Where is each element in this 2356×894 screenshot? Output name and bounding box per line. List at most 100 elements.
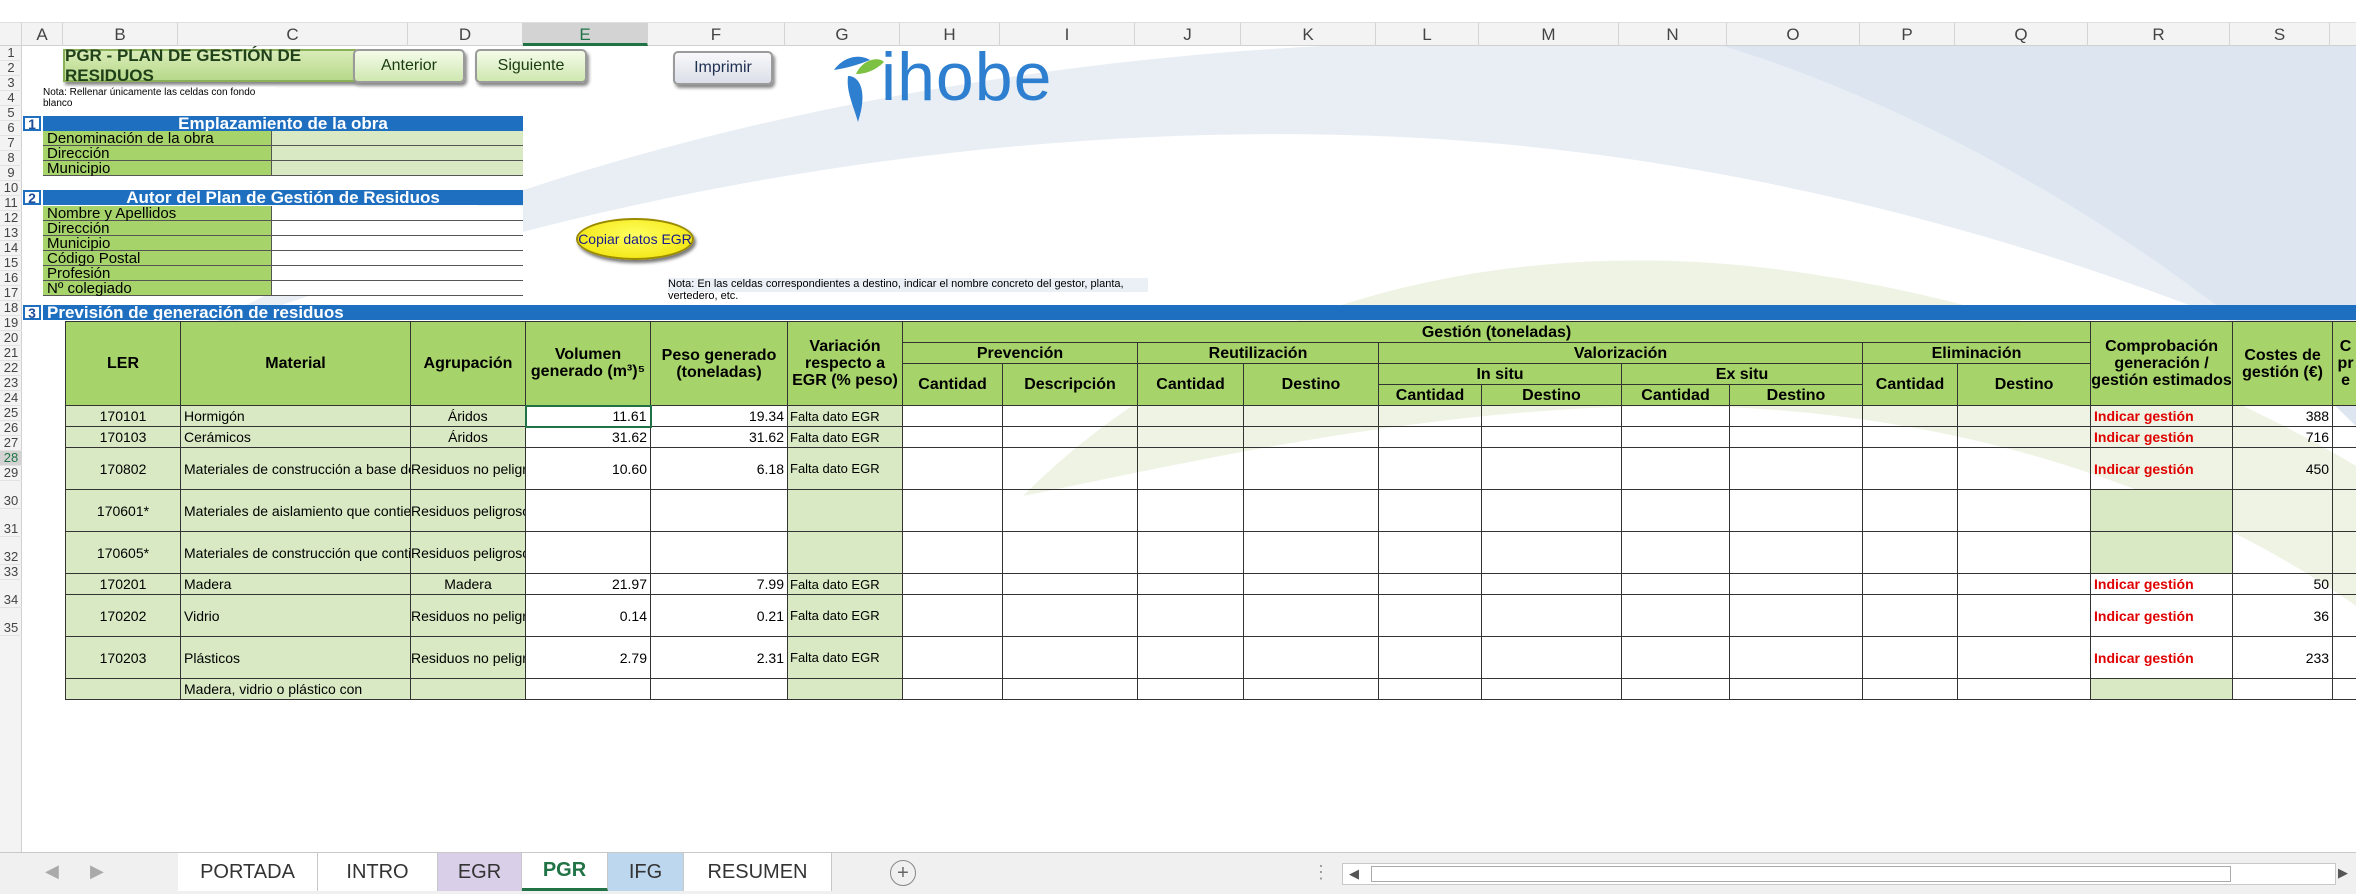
cell[interactable]	[1862, 426, 1958, 448]
cell-volumen[interactable]: 0.14	[525, 594, 651, 637]
row-header[interactable]: 22	[0, 360, 22, 376]
column-header-d[interactable]: D	[408, 23, 523, 46]
cell[interactable]	[1137, 594, 1244, 637]
cell-variacion[interactable]: Falta dato EGR	[787, 447, 903, 490]
cell-ler[interactable]: 170103	[65, 426, 181, 448]
cell-volumen[interactable]: 2.79	[525, 636, 651, 679]
cell[interactable]	[1137, 531, 1244, 574]
cell[interactable]	[1137, 447, 1244, 490]
cell-ler[interactable]	[65, 678, 181, 700]
row-header[interactable]: 7	[0, 135, 22, 151]
cell[interactable]	[1729, 573, 1863, 595]
cell-comprobacion[interactable]	[2090, 531, 2234, 574]
cell[interactable]	[1956, 636, 2092, 679]
cell[interactable]	[1243, 573, 1379, 595]
cell-volumen[interactable]: 21.97	[525, 573, 651, 595]
cell[interactable]	[2332, 489, 2356, 532]
cell[interactable]	[2332, 405, 2356, 427]
cell[interactable]	[1002, 636, 1138, 679]
cell[interactable]	[1481, 447, 1622, 490]
cell-ler[interactable]: 170601*	[65, 489, 181, 532]
splitter-icon[interactable]: ⋮	[1312, 862, 1330, 883]
cell[interactable]	[1243, 489, 1379, 532]
cell-ler[interactable]: 170201	[65, 573, 181, 595]
cell[interactable]	[1378, 426, 1482, 448]
row-header[interactable]: 14	[0, 240, 22, 256]
cell[interactable]	[1729, 678, 1863, 700]
cell-costes[interactable]: 388	[2232, 405, 2334, 427]
cell[interactable]	[2332, 447, 2356, 490]
cell[interactable]	[1621, 594, 1730, 637]
cell-ler[interactable]: 170202	[65, 594, 181, 637]
input-codigo-postal[interactable]	[271, 251, 523, 266]
row-header[interactable]: 1	[0, 45, 22, 61]
input-denominacion[interactable]	[271, 131, 523, 146]
cell[interactable]	[2332, 636, 2356, 679]
cell-ler[interactable]: 170101	[65, 405, 181, 427]
cell-material[interactable]: Vidrio	[180, 594, 411, 637]
column-header-r[interactable]: R	[2088, 23, 2230, 46]
cell[interactable]	[1621, 636, 1730, 679]
cell[interactable]	[1481, 573, 1622, 595]
row-header[interactable]: 27	[0, 435, 22, 451]
cell-volumen[interactable]	[525, 489, 651, 532]
cell-comprobacion[interactable]: Indicar gestión	[2090, 405, 2234, 427]
row-header[interactable]: 5	[0, 105, 22, 121]
cell[interactable]	[1862, 636, 1958, 679]
row-header[interactable]: 2	[0, 60, 22, 76]
input-colegiado[interactable]	[271, 281, 523, 296]
cell[interactable]	[1621, 489, 1730, 532]
cell-costes[interactable]: 450	[2232, 447, 2334, 490]
cell-agrupacion[interactable]: Residuos no peligrosos	[410, 594, 526, 637]
cell-volumen-selected[interactable]: 11.61	[524, 404, 652, 428]
cell[interactable]	[1729, 531, 1863, 574]
input-municipio-autor[interactable]	[271, 236, 523, 251]
cell[interactable]	[1378, 531, 1482, 574]
column-header-a[interactable]: A	[22, 23, 63, 46]
cell[interactable]	[1378, 636, 1482, 679]
input-municipio-obra[interactable]	[271, 161, 523, 176]
cell[interactable]	[1002, 405, 1138, 427]
row-header[interactable]: 34	[0, 580, 22, 608]
next-button[interactable]: Siguiente	[475, 49, 587, 83]
cell-peso[interactable]	[650, 531, 788, 574]
scroll-right-icon[interactable]: ▶	[2338, 865, 2348, 881]
cell-costes[interactable]: 716	[2232, 426, 2334, 448]
cell-variacion[interactable]: Falta dato EGR	[787, 594, 903, 637]
cell[interactable]	[1243, 447, 1379, 490]
cell-material[interactable]: Cerámicos	[180, 426, 411, 448]
tab-pgr[interactable]: PGR	[522, 853, 608, 891]
cell-comprobacion[interactable]: Indicar gestión	[2090, 636, 2234, 679]
tab-egr[interactable]: EGR	[438, 853, 522, 891]
cell[interactable]	[902, 447, 1003, 490]
row-header[interactable]: 19	[0, 315, 22, 331]
cell[interactable]	[1378, 447, 1482, 490]
cell[interactable]	[1002, 531, 1138, 574]
cell[interactable]	[1243, 405, 1379, 427]
cell-ler[interactable]: 170605*	[65, 531, 181, 574]
cell[interactable]	[1481, 489, 1622, 532]
cell[interactable]	[1956, 531, 2092, 574]
cell-agrupacion[interactable]	[410, 678, 526, 700]
cell[interactable]	[1137, 426, 1244, 448]
cell[interactable]	[2332, 531, 2356, 574]
cell-agrupacion[interactable]: Residuos peligrosos	[410, 531, 526, 574]
column-header-l[interactable]: L	[1376, 23, 1479, 46]
cell[interactable]	[1621, 447, 1730, 490]
cell[interactable]	[1729, 447, 1863, 490]
cell[interactable]	[1956, 594, 2092, 637]
row-header[interactable]: 6	[0, 120, 22, 136]
cell[interactable]	[1137, 573, 1244, 595]
row-header[interactable]: 23	[0, 375, 22, 391]
cell[interactable]	[1137, 636, 1244, 679]
cell[interactable]	[1002, 426, 1138, 448]
row-header[interactable]: 26	[0, 420, 22, 436]
cell[interactable]	[1621, 678, 1730, 700]
cell[interactable]	[1002, 678, 1138, 700]
cell[interactable]	[1137, 678, 1244, 700]
row-header[interactable]: 4	[0, 90, 22, 106]
cell[interactable]	[902, 636, 1003, 679]
cell[interactable]	[1137, 405, 1244, 427]
previous-button[interactable]: Anterior	[353, 49, 465, 83]
column-header-b[interactable]: B	[63, 23, 178, 46]
